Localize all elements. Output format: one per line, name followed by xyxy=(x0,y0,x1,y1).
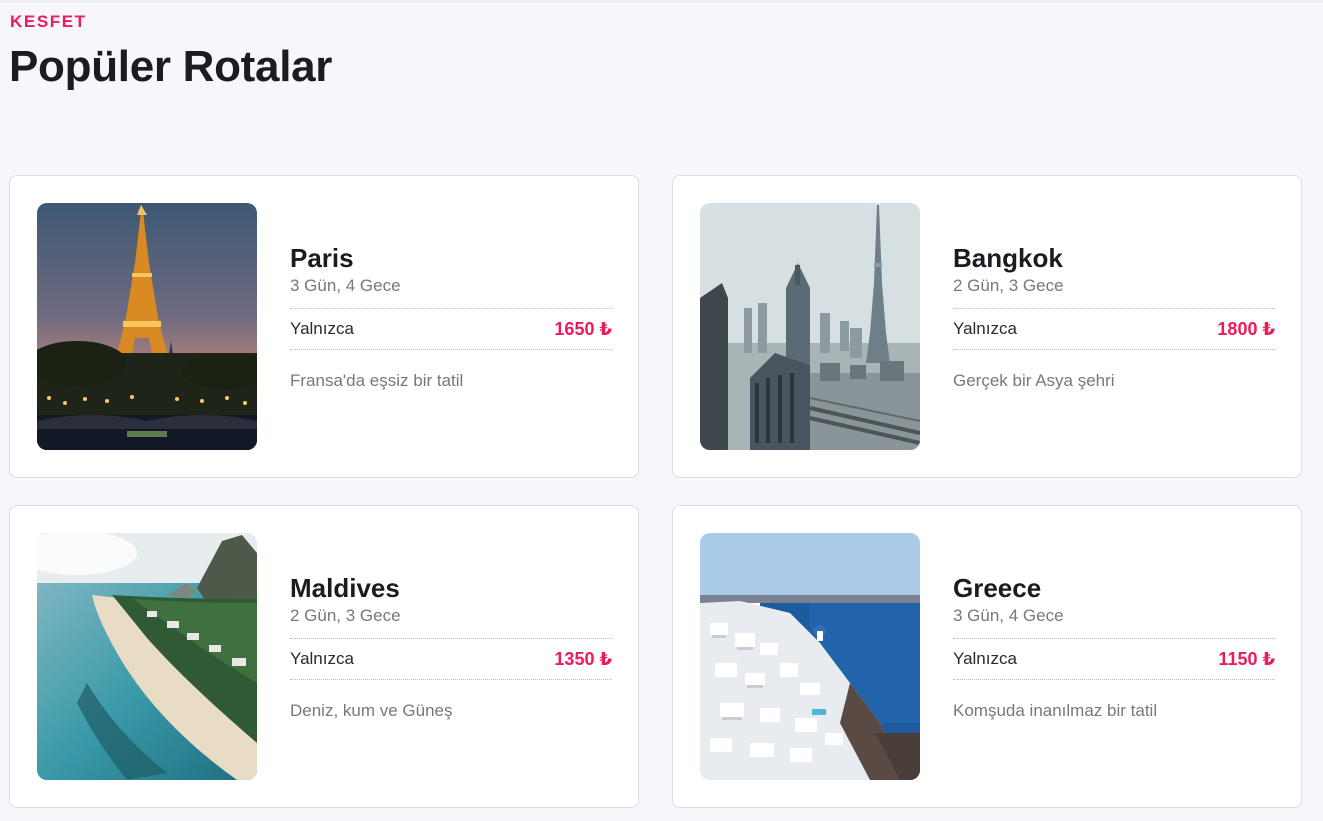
route-photo-maldives[interactable] xyxy=(37,533,257,780)
route-duration: 3 Gün, 4 Gece xyxy=(953,606,1064,625)
route-info: Maldives 2 Gün, 3 Gece Yalnızca 1350 ₺ D… xyxy=(290,572,612,721)
route-name[interactable]: Bangkok xyxy=(953,242,1275,274)
route-card-greece[interactable]: Greece 3 Gün, 4 Gece Yalnızca 1150 ₺ Kom… xyxy=(672,505,1302,808)
price-label: Yalnızca xyxy=(290,319,354,338)
route-price: 1800 ₺ xyxy=(1217,318,1275,339)
price-row: Yalnızca 1350 ₺ xyxy=(290,638,612,680)
route-info: Greece 3 Gün, 4 Gece Yalnızca 1150 ₺ Kom… xyxy=(953,572,1275,721)
route-info: Bangkok 2 Gün, 3 Gece Yalnızca 1800 ₺ Ge… xyxy=(953,242,1275,391)
route-duration: 3 Gün, 4 Gece xyxy=(290,276,401,295)
route-duration: 2 Gün, 3 Gece xyxy=(953,276,1064,295)
page-title: Popüler Rotalar xyxy=(9,42,333,91)
price-row: Yalnızca 1800 ₺ xyxy=(953,308,1275,350)
route-photo-paris[interactable] xyxy=(37,203,257,450)
price-row: Yalnızca 1150 ₺ xyxy=(953,638,1275,680)
route-tagline: Fransa'da eşsiz bir tatil xyxy=(290,371,464,390)
route-tagline: Gerçek bir Asya şehri xyxy=(953,371,1115,390)
section-eyebrow: KESFET xyxy=(10,12,87,31)
route-card-paris[interactable]: Paris 3 Gün, 4 Gece Yalnızca 1650 ₺ Fran… xyxy=(9,175,639,478)
route-photo-greece[interactable] xyxy=(700,533,920,780)
route-price: 1650 ₺ xyxy=(554,318,612,339)
price-label: Yalnızca xyxy=(953,649,1017,668)
route-photo-bangkok[interactable] xyxy=(700,203,920,450)
route-info: Paris 3 Gün, 4 Gece Yalnızca 1650 ₺ Fran… xyxy=(290,242,612,391)
route-duration: 2 Gün, 3 Gece xyxy=(290,606,401,625)
price-label: Yalnızca xyxy=(290,649,354,668)
route-name[interactable]: Greece xyxy=(953,572,1275,604)
price-label: Yalnızca xyxy=(953,319,1017,338)
route-price: 1350 ₺ xyxy=(554,648,612,669)
route-card-bangkok[interactable]: Bangkok 2 Gün, 3 Gece Yalnızca 1800 ₺ Ge… xyxy=(672,175,1302,478)
route-tagline: Komşuda inanılmaz bir tatil xyxy=(953,701,1158,720)
route-name[interactable]: Paris xyxy=(290,242,612,274)
route-name[interactable]: Maldives xyxy=(290,572,612,604)
route-price: 1150 ₺ xyxy=(1218,648,1275,669)
route-card-maldives[interactable]: Maldives 2 Gün, 3 Gece Yalnızca 1350 ₺ D… xyxy=(9,505,639,808)
route-tagline: Deniz, kum ve Güneş xyxy=(290,701,453,720)
price-row: Yalnızca 1650 ₺ xyxy=(290,308,612,350)
top-divider xyxy=(0,0,1323,3)
